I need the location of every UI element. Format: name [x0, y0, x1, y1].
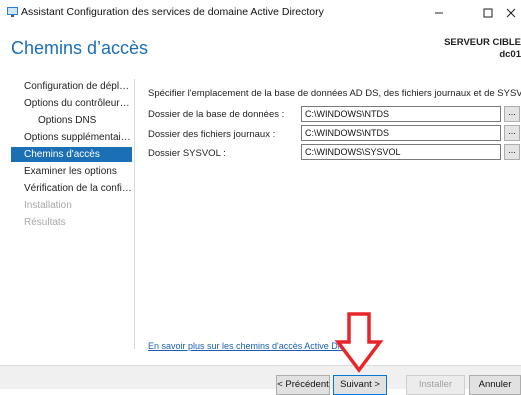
install-button: Installer	[406, 375, 465, 395]
target-server-label: SERVEUR CIBLE	[444, 37, 521, 48]
next-button[interactable]: Suivant >	[333, 375, 387, 395]
maximize-icon	[483, 8, 493, 18]
wizard-footer: < Précédent Suivant > Installer Annuler	[0, 365, 521, 395]
page-title: Chemins d’accès	[11, 38, 149, 58]
minimize-button[interactable]	[424, 0, 454, 26]
database-folder-browse-button[interactable]: ...	[504, 106, 520, 122]
nav-item-results: Résultats	[24, 217, 66, 228]
database-folder-input[interactable]	[301, 106, 501, 122]
red-arrow-annotation-icon	[334, 312, 384, 373]
nav-item-review-options[interactable]: Examiner les options	[11, 164, 132, 179]
instruction-text: Spécifier l'emplacement de la base de do…	[148, 88, 521, 99]
sysvol-folder-input[interactable]	[301, 144, 501, 160]
database-folder-label: Dossier de la base de données :	[148, 109, 285, 120]
sysvol-folder-browse-button[interactable]: ...	[504, 144, 520, 160]
nav-item-dc-options[interactable]: Options du contrôleur de domaine	[11, 96, 132, 111]
nav-item-paths[interactable]: Chemins d'accès	[11, 147, 132, 162]
wizard-header: Chemins d’accès SERVEUR CIBLE dc01	[0, 26, 521, 72]
close-icon	[506, 8, 516, 18]
learn-more-link[interactable]: En savoir plus sur les chemins d'accès A…	[148, 341, 344, 351]
wizard-nav: Configuration de déploiement Options du …	[11, 79, 135, 349]
minimize-icon	[435, 12, 443, 14]
nav-item-additional-options[interactable]: Options supplémentaires	[11, 130, 132, 145]
cancel-button[interactable]: Annuler	[469, 375, 521, 395]
nav-item-installation: Installation	[24, 200, 72, 211]
nav-item-prerequisites[interactable]: Vérification de la configuration requise	[11, 181, 132, 196]
previous-button[interactable]: < Précédent	[276, 375, 330, 395]
nav-item-deployment[interactable]: Configuration de déploiement	[11, 79, 132, 94]
nav-item-dns-options[interactable]: Options DNS	[11, 113, 132, 128]
target-server-name: dc01	[499, 49, 521, 60]
log-folder-label: Dossier des fichiers journaux :	[148, 129, 276, 140]
log-folder-browse-button[interactable]: ...	[504, 125, 520, 141]
window-title: Assistant Configuration des services de …	[21, 6, 324, 18]
title-bar: Assistant Configuration des services de …	[0, 0, 521, 26]
log-folder-input[interactable]	[301, 125, 501, 141]
app-icon	[7, 7, 18, 17]
sysvol-folder-label: Dossier SYSVOL :	[148, 148, 226, 159]
close-button[interactable]	[496, 0, 521, 26]
